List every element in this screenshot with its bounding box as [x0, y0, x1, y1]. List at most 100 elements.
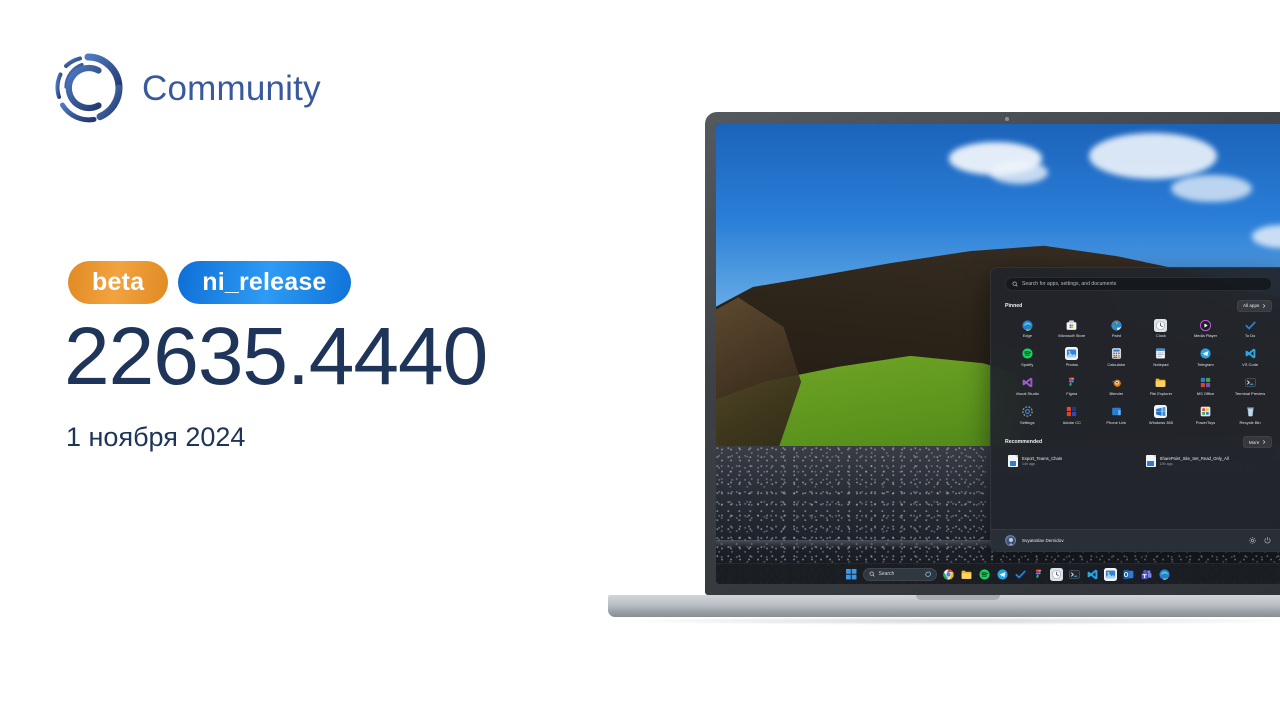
- edge-icon: [1021, 319, 1034, 332]
- taskbar: Search: [716, 563, 1280, 584]
- laptop-base: [608, 595, 1280, 617]
- clock-icon: [1154, 318, 1168, 332]
- pinned-app-label: Blender: [1109, 391, 1124, 396]
- laptop-mockup: Search for apps, settings, and documents…: [608, 112, 1280, 625]
- windows-365-icon: [1154, 405, 1168, 419]
- more-label: More: [1248, 439, 1260, 445]
- taskbar-vscode-icon[interactable]: [1086, 568, 1099, 581]
- release-badges: beta ni_release: [68, 261, 351, 304]
- chevron-right-icon: [1263, 303, 1266, 308]
- blender-icon: [1110, 376, 1123, 389]
- document-file-icon: [1008, 455, 1018, 468]
- start-menu-body: Search for apps, settings, and documents…: [991, 268, 1280, 529]
- pinned-app-ms-office[interactable]: MS Office: [1183, 374, 1228, 398]
- start-search-placeholder: Search for apps, settings, and documents: [1022, 280, 1117, 287]
- pinned-app-to-do[interactable]: To Do: [1228, 317, 1273, 341]
- pinned-app-paint[interactable]: Paint: [1094, 317, 1139, 341]
- pinned-app-recycle-bin[interactable]: Recycle Bin: [1228, 403, 1273, 427]
- brand-name: Community: [142, 68, 321, 108]
- taskbar-outlook-icon[interactable]: [1122, 568, 1135, 581]
- adobe-cc-icon: [1065, 405, 1078, 418]
- start-search-input[interactable]: Search for apps, settings, and documents: [1005, 276, 1273, 291]
- recommended-item[interactable]: Export_Teams_Chats 14h ago: [1005, 453, 1135, 469]
- taskbar-spotify-icon[interactable]: [978, 568, 991, 581]
- windows-start-icon[interactable]: [845, 568, 858, 581]
- all-apps-button[interactable]: All apps: [1236, 299, 1273, 312]
- pinned-header: Pinned All apps: [1005, 299, 1273, 312]
- pinned-app-label: Telegram: [1197, 362, 1214, 367]
- pinned-app-label: Media Player: [1193, 334, 1218, 339]
- pinned-app-label: Settings: [1020, 420, 1035, 425]
- ms-office-icon: [1199, 376, 1212, 389]
- pinned-app-adobe-cc[interactable]: Adobe CC: [1050, 403, 1095, 427]
- pinned-app-label: Microsoft Store: [1058, 334, 1086, 339]
- brand-lockup: Community: [52, 52, 321, 124]
- cloud: [1170, 174, 1253, 203]
- pinned-app-label: Adobe CC: [1062, 420, 1082, 425]
- branch-badge-ni-release[interactable]: ni_release: [178, 261, 351, 304]
- recommended-item[interactable]: SharePoint_Site_Set_Read_Only_All 15h ago: [1143, 453, 1273, 469]
- pinned-app-powertoys[interactable]: PowerToys: [1183, 403, 1228, 427]
- pinned-app-visual-studio[interactable]: Visual Studio: [1005, 374, 1050, 398]
- pinned-app-blender[interactable]: Blender: [1094, 374, 1139, 398]
- all-apps-label: All apps: [1242, 303, 1260, 309]
- calculator-icon: [1110, 347, 1123, 360]
- pinned-app-edge[interactable]: Edge: [1005, 317, 1050, 341]
- pinned-app-settings[interactable]: Settings: [1005, 403, 1050, 427]
- taskbar-search-input[interactable]: Search: [862, 567, 937, 581]
- taskbar-teams-icon[interactable]: [1140, 568, 1153, 581]
- recommended-header: Recommended More: [1005, 436, 1273, 449]
- taskbar-clock-icon[interactable]: [1049, 567, 1063, 581]
- pinned-app-terminal-preview[interactable]: Terminal Preview: [1228, 374, 1273, 398]
- pinned-app-label: Windows 365: [1148, 420, 1173, 425]
- pinned-app-figma[interactable]: Figma: [1050, 374, 1095, 398]
- pinned-app-label: Recycle Bin: [1239, 420, 1261, 425]
- pinned-app-file-explorer[interactable]: File Explorer: [1139, 374, 1184, 398]
- start-menu[interactable]: Search for apps, settings, and documents…: [990, 266, 1280, 552]
- pinned-app-label: Notepad: [1153, 362, 1169, 367]
- pinned-app-label: VS Code: [1242, 362, 1259, 367]
- media-player-icon: [1199, 319, 1212, 332]
- settings-gear-icon[interactable]: [1248, 536, 1257, 545]
- taskbar-telegram-icon[interactable]: [996, 568, 1009, 581]
- user-avatar-icon[interactable]: [1005, 534, 1016, 546]
- pinned-app-label: Paint: [1111, 334, 1121, 339]
- pinned-app-media-player[interactable]: Media Player: [1183, 317, 1228, 341]
- pinned-app-phone-link[interactable]: Phone Link: [1094, 403, 1139, 427]
- taskbar-figma-icon[interactable]: [1032, 568, 1045, 581]
- todo-icon: [1244, 319, 1257, 332]
- webcam-dot-icon: [1004, 117, 1009, 121]
- recommended-item-text: Export_Teams_Chats 14h ago: [1022, 456, 1062, 466]
- pinned-app-label: Terminal Preview: [1234, 391, 1266, 396]
- pinned-app-microsoft-store[interactable]: Microsoft Store: [1050, 317, 1095, 341]
- vscode-icon: [1244, 347, 1257, 360]
- taskbar-file-explorer-icon[interactable]: [960, 568, 973, 581]
- pinned-app-calculator[interactable]: Calculator: [1094, 345, 1139, 369]
- pinned-app-windows-365[interactable]: Windows 365: [1139, 403, 1184, 427]
- pinned-app-notepad[interactable]: Notepad: [1139, 345, 1184, 369]
- taskbar-chrome-icon[interactable]: [942, 568, 955, 581]
- recommended-list: Export_Teams_Chats 14h ago SharePoint_Site…: [1005, 453, 1272, 469]
- pinned-app-label: Spotify: [1021, 362, 1034, 367]
- pinned-app-label: Clock: [1155, 334, 1166, 339]
- taskbar-terminal-icon[interactable]: [1068, 568, 1081, 581]
- pinned-app-label: MS Office: [1196, 391, 1215, 396]
- taskbar-photos-icon[interactable]: [1103, 567, 1117, 581]
- copilot-icon[interactable]: [924, 570, 932, 578]
- channel-badge-beta[interactable]: beta: [68, 261, 169, 304]
- pinned-app-clock[interactable]: Clock: [1139, 317, 1184, 341]
- recommended-item-name: SharePoint_Site_Set_Read_Only_All: [1159, 456, 1229, 462]
- taskbar-search-label: Search: [878, 571, 895, 577]
- recommended-title: Recommended: [1005, 439, 1043, 446]
- pinned-app-spotify[interactable]: Spotify: [1005, 345, 1050, 369]
- pinned-app-telegram[interactable]: Telegram: [1183, 345, 1228, 369]
- taskbar-edge-icon[interactable]: [1158, 568, 1171, 581]
- pinned-app-photos[interactable]: Photos: [1050, 345, 1095, 369]
- power-icon[interactable]: [1263, 536, 1272, 545]
- telegram-icon: [1199, 347, 1212, 360]
- more-button[interactable]: More: [1242, 436, 1273, 449]
- terminal-preview-icon: [1244, 376, 1257, 389]
- recommended-item-text: SharePoint_Site_Set_Read_Only_All 15h ago: [1160, 456, 1229, 466]
- taskbar-todo-icon[interactable]: [1014, 568, 1027, 581]
- pinned-app-vs-code[interactable]: VS Code: [1228, 345, 1273, 369]
